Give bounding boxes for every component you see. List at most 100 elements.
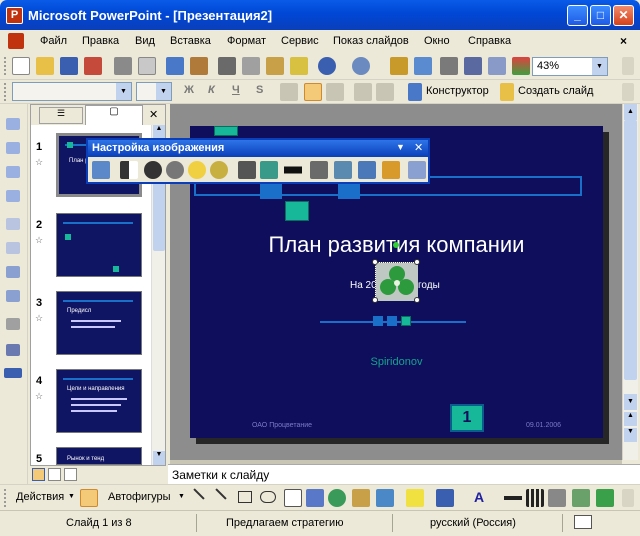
picture-icon[interactable] <box>376 489 394 507</box>
chevron-down-icon[interactable]: ▼ <box>592 58 607 75</box>
picture-toolbar[interactable]: Настройка изображения ▼ ✕ <box>86 138 430 184</box>
crop-icon[interactable] <box>238 161 256 179</box>
normal-view-icon[interactable] <box>32 468 45 481</box>
dash-style-icon[interactable] <box>526 489 544 507</box>
slide-thumbnail[interactable]: Предисл <box>56 291 142 355</box>
picture-toolbar-title-bar[interactable]: Настройка изображения <box>88 140 428 157</box>
tab-slides[interactable]: ▢ <box>85 105 143 125</box>
chevron-down-icon[interactable]: ▼ <box>68 493 75 500</box>
slide-footer[interactable]: ОАО Процветание <box>252 422 312 429</box>
line-style-icon[interactable] <box>284 161 302 179</box>
research-icon[interactable] <box>190 57 208 75</box>
select-pointer-icon[interactable] <box>80 489 98 507</box>
clover-picture[interactable] <box>375 262 418 301</box>
slide-subtitle-left[interactable]: На 20 <box>350 280 377 291</box>
line-style-icon[interactable] <box>504 489 522 507</box>
document-icon[interactable] <box>8 33 24 49</box>
close-document-icon[interactable]: × <box>620 34 627 48</box>
resize-handle[interactable] <box>372 297 378 303</box>
paste-icon[interactable] <box>266 57 284 75</box>
slide-number-box[interactable]: 1 <box>450 404 484 432</box>
zoom-combo[interactable]: 43% ▼ <box>532 57 608 76</box>
rotate-left-icon[interactable] <box>260 161 278 179</box>
insert-chart-icon[interactable] <box>390 57 408 75</box>
menu-format[interactable]: Формат <box>227 35 266 47</box>
move-up-icon[interactable] <box>6 166 20 178</box>
clipart-icon[interactable] <box>352 489 370 507</box>
redo-icon[interactable] <box>352 57 370 75</box>
slide-date[interactable]: 09.01.2006 <box>526 422 561 429</box>
spelling-icon[interactable] <box>166 57 184 75</box>
shadow-style-icon[interactable] <box>572 489 590 507</box>
bold-button[interactable]: Ж <box>184 84 194 96</box>
slide-thumbnail[interactable]: Рынок и тенд <box>56 447 142 465</box>
chevron-down-icon[interactable]: ▼ <box>178 493 185 500</box>
new-icon[interactable] <box>12 57 30 75</box>
rotate-handle[interactable] <box>393 242 399 248</box>
chevron-down-icon[interactable]: ▼ <box>116 83 131 100</box>
toolbar-options-icon[interactable] <box>622 57 634 75</box>
next-slide-icon[interactable]: ▼ <box>624 428 637 442</box>
designer-button[interactable]: Конструктор <box>426 85 489 97</box>
maximize-button[interactable]: □ <box>590 5 611 26</box>
new-slide-icon[interactable] <box>500 83 514 101</box>
copy-icon[interactable] <box>242 57 260 75</box>
expand-all-icon[interactable] <box>440 57 458 75</box>
slide-subtitle-right[interactable]: годы <box>418 280 440 291</box>
show-formatting-icon[interactable] <box>6 344 20 356</box>
toolbar-options-icon[interactable] <box>622 489 634 507</box>
slide-sorter-icon[interactable] <box>48 468 61 481</box>
slide-author[interactable]: Spiridonov <box>190 356 603 368</box>
rectangle-icon[interactable] <box>238 491 252 503</box>
menu-view[interactable]: Вид <box>135 35 155 47</box>
wordart-icon[interactable] <box>306 489 324 507</box>
previous-slide-icon[interactable]: ▲ <box>624 412 637 426</box>
close-toolbar-icon[interactable]: ✕ <box>414 141 423 154</box>
oval-icon[interactable] <box>260 491 276 503</box>
set-transparent-color-icon[interactable] <box>382 161 400 179</box>
more-contrast-icon[interactable] <box>144 161 162 179</box>
save-icon[interactable] <box>60 57 78 75</box>
tab-outline[interactable]: ☰ <box>39 107 83 124</box>
toolbar-grip[interactable] <box>4 57 7 75</box>
toolbar-options-icon[interactable] <box>622 83 634 101</box>
less-contrast-icon[interactable] <box>166 161 184 179</box>
recolor-picture-icon[interactable] <box>334 161 352 179</box>
font-size-combo[interactable]: ▼ <box>136 82 172 101</box>
chevron-down-icon[interactable]: ▼ <box>156 83 171 100</box>
align-right-icon[interactable] <box>326 83 344 101</box>
open-icon[interactable] <box>36 57 54 75</box>
scroll-up-icon[interactable]: ▲ <box>153 125 165 139</box>
close-pane-icon[interactable]: ✕ <box>149 108 158 121</box>
numbering-icon[interactable] <box>354 83 372 101</box>
collapse-icon[interactable] <box>6 218 20 230</box>
toolbar-options-icon[interactable] <box>4 368 22 378</box>
format-picture-icon[interactable] <box>358 161 376 179</box>
fill-color-icon[interactable] <box>406 489 424 507</box>
menu-help[interactable]: Справка <box>468 35 511 47</box>
insert-picture-icon[interactable] <box>92 161 110 179</box>
resize-handle[interactable] <box>414 297 420 303</box>
toolbar-grip[interactable] <box>4 489 7 507</box>
show-formatting-icon[interactable] <box>464 57 482 75</box>
more-brightness-icon[interactable] <box>188 161 206 179</box>
scroll-down-icon[interactable]: ▼ <box>624 394 637 410</box>
reset-picture-icon[interactable] <box>408 161 426 179</box>
diagram-icon[interactable] <box>328 489 346 507</box>
title-bar[interactable]: P Microsoft PowerPoint - [Презентация2] … <box>0 0 640 30</box>
new-slide-button[interactable]: Создать слайд <box>518 85 593 97</box>
spelling-status-icon[interactable] <box>574 515 592 529</box>
expand-icon[interactable] <box>6 242 20 254</box>
align-left-icon[interactable] <box>280 83 298 101</box>
menu-edit[interactable]: Правка <box>82 35 119 47</box>
promote-icon[interactable] <box>6 118 20 130</box>
print-preview-icon[interactable] <box>138 57 156 75</box>
demote-icon[interactable] <box>6 142 20 154</box>
insert-table-icon[interactable] <box>414 57 432 75</box>
shadow-button[interactable]: S <box>256 84 263 96</box>
arrow-icon[interactable] <box>215 488 227 500</box>
arrow-style-icon[interactable] <box>548 489 566 507</box>
color-icon[interactable] <box>120 161 138 179</box>
toolbar-grip[interactable] <box>4 83 7 101</box>
text-box-icon[interactable] <box>284 489 302 507</box>
